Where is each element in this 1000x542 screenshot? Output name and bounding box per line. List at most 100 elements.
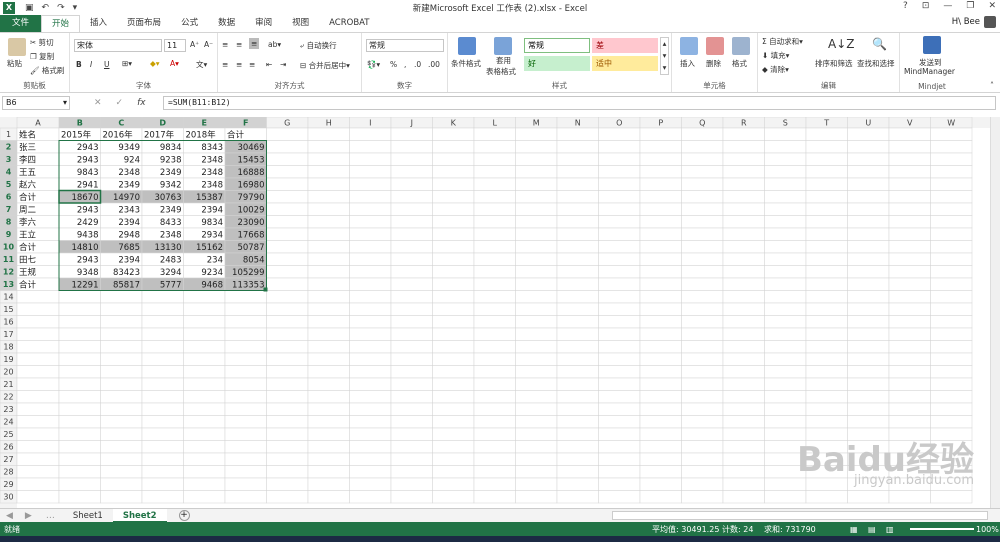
- cell-Q3[interactable]: [681, 152, 724, 166]
- cell-V16[interactable]: [888, 315, 931, 329]
- cell-I17[interactable]: [349, 327, 392, 341]
- cell-M9[interactable]: [515, 227, 558, 241]
- cell-K16[interactable]: [432, 315, 475, 329]
- cell-E30[interactable]: [183, 490, 226, 504]
- cell-F16[interactable]: [224, 315, 267, 329]
- cell-V9[interactable]: [888, 227, 931, 241]
- cell-T2[interactable]: [805, 140, 848, 154]
- cell-Q23[interactable]: [681, 402, 724, 416]
- confirm-icon[interactable]: ✓: [116, 98, 124, 108]
- cell-P17[interactable]: [639, 327, 682, 341]
- tab-8[interactable]: ACROBAT: [319, 15, 379, 32]
- cell-F30[interactable]: [224, 490, 267, 504]
- cell-style-3[interactable]: 适中: [592, 56, 658, 71]
- tab-4[interactable]: 公式: [171, 15, 208, 32]
- cell-V11[interactable]: [888, 252, 931, 266]
- cell-C27[interactable]: [100, 452, 143, 466]
- cell-I16[interactable]: [349, 315, 392, 329]
- vertical-scrollbar[interactable]: [990, 117, 1000, 508]
- cell-C14[interactable]: [100, 290, 143, 304]
- cell-N23[interactable]: [556, 402, 599, 416]
- cell-N12[interactable]: [556, 265, 599, 279]
- cell-E21[interactable]: [183, 377, 226, 391]
- bottom-align-icon[interactable]: ≡: [249, 38, 260, 49]
- paste-icon[interactable]: [8, 38, 26, 56]
- cell-M27[interactable]: [515, 452, 558, 466]
- cell-N30[interactable]: [556, 490, 599, 504]
- cell-C24[interactable]: [100, 415, 143, 429]
- cell-N11[interactable]: [556, 252, 599, 266]
- cell-O13[interactable]: [598, 277, 641, 291]
- cell-P13[interactable]: [639, 277, 682, 291]
- cell-G3[interactable]: [266, 152, 309, 166]
- cell-L21[interactable]: [473, 377, 516, 391]
- cell-Q21[interactable]: [681, 377, 724, 391]
- cell-R2[interactable]: [722, 140, 765, 154]
- find-select-icon[interactable]: 🔍: [872, 37, 887, 51]
- cell-D19[interactable]: [141, 352, 184, 366]
- sheet-tab-1[interactable]: Sheet2: [112, 508, 167, 523]
- cell-S17[interactable]: [764, 327, 807, 341]
- cell-W4[interactable]: [930, 165, 973, 179]
- cell-Q20[interactable]: [681, 365, 724, 379]
- cell-Q13[interactable]: [681, 277, 724, 291]
- cell-V18[interactable]: [888, 340, 931, 354]
- cell-G7[interactable]: [266, 202, 309, 216]
- cell-M28[interactable]: [515, 465, 558, 479]
- cell-C29[interactable]: [100, 477, 143, 491]
- cell-J7[interactable]: [390, 202, 433, 216]
- cell-M22[interactable]: [515, 390, 558, 404]
- cell-I26[interactable]: [349, 440, 392, 454]
- cell-P3[interactable]: [639, 152, 682, 166]
- cell-B17[interactable]: [58, 327, 101, 341]
- cell-D14[interactable]: [141, 290, 184, 304]
- formula-input[interactable]: =SUM(B11:B12): [163, 96, 996, 110]
- cell-S15[interactable]: [764, 302, 807, 316]
- cell-U3[interactable]: [847, 152, 890, 166]
- cell-O25[interactable]: [598, 427, 641, 441]
- cell-K25[interactable]: [432, 427, 475, 441]
- cell-B22[interactable]: [58, 390, 101, 404]
- cell-I13[interactable]: [349, 277, 392, 291]
- cell-L27[interactable]: [473, 452, 516, 466]
- cell-V3[interactable]: [888, 152, 931, 166]
- cell-H20[interactable]: [307, 365, 350, 379]
- cell-R21[interactable]: [722, 377, 765, 391]
- cell-H16[interactable]: [307, 315, 350, 329]
- cell-S1[interactable]: [764, 127, 807, 141]
- cell-I11[interactable]: [349, 252, 392, 266]
- ribbon-display-button[interactable]: ⊡: [922, 1, 930, 11]
- cell-P21[interactable]: [639, 377, 682, 391]
- cancel-icon[interactable]: ✕: [94, 98, 102, 108]
- cell-O2[interactable]: [598, 140, 641, 154]
- cell-H15[interactable]: [307, 302, 350, 316]
- cell-H8[interactable]: [307, 215, 350, 229]
- cell-R12[interactable]: [722, 265, 765, 279]
- cell-E18[interactable]: [183, 340, 226, 354]
- cell-Q26[interactable]: [681, 440, 724, 454]
- cell-Q30[interactable]: [681, 490, 724, 504]
- cell-C16[interactable]: [100, 315, 143, 329]
- cell-Q11[interactable]: [681, 252, 724, 266]
- cell-A25[interactable]: [16, 427, 60, 441]
- cell-F22[interactable]: [224, 390, 267, 404]
- cell-R19[interactable]: [722, 352, 765, 366]
- cell-B30[interactable]: [58, 490, 101, 504]
- cell-K17[interactable]: [432, 327, 475, 341]
- cell-P22[interactable]: [639, 390, 682, 404]
- cell-U19[interactable]: [847, 352, 890, 366]
- cell-C17[interactable]: [100, 327, 143, 341]
- cell-Q15[interactable]: [681, 302, 724, 316]
- cell-S21[interactable]: [764, 377, 807, 391]
- cell-J9[interactable]: [390, 227, 433, 241]
- cell-W18[interactable]: [930, 340, 973, 354]
- cell-J5[interactable]: [390, 177, 433, 191]
- zoom-level[interactable]: 100%: [976, 525, 999, 534]
- cell-W3[interactable]: [930, 152, 973, 166]
- cell-M8[interactable]: [515, 215, 558, 229]
- cell-Q1[interactable]: [681, 127, 724, 141]
- cell-H17[interactable]: [307, 327, 350, 341]
- cell-R24[interactable]: [722, 415, 765, 429]
- cell-Q29[interactable]: [681, 477, 724, 491]
- cell-S4[interactable]: [764, 165, 807, 179]
